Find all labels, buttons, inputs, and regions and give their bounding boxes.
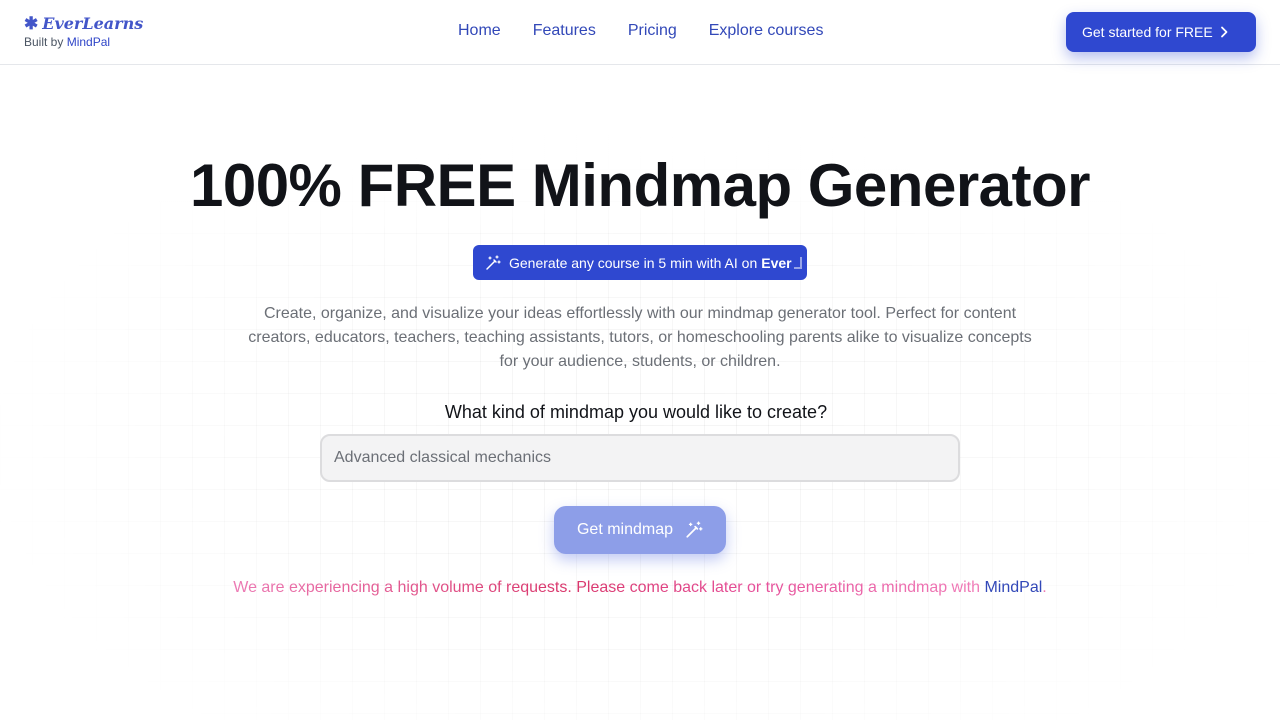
promo-banner[interactable]: Generate any course in 5 min with AI on … <box>473 245 807 280</box>
chevron-right-icon <box>1221 26 1228 38</box>
prompt-question: What kind of mindmap you would like to c… <box>444 402 828 422</box>
get-started-button[interactable]: Get started for FREE <box>1066 12 1256 52</box>
notice-period: . <box>1042 579 1047 596</box>
mindpal-link[interactable]: MindPal <box>984 579 1042 596</box>
magic-wand-icon <box>686 521 703 538</box>
brand[interactable]: ✱ EverLearns Built by MindPal <box>24 14 143 50</box>
get-mindmap-label: Get mindmap <box>576 521 674 538</box>
error-message: We are experiencing a high volume of req… <box>233 579 981 596</box>
topic-input[interactable] <box>320 434 960 482</box>
get-started-label: Get started for FREE <box>1082 24 1213 40</box>
magic-wand-icon <box>486 254 501 270</box>
star-logo-icon: ✱ <box>24 14 39 34</box>
typing-cursor <box>793 256 802 269</box>
get-mindmap-button[interactable]: Get mindmap <box>554 506 726 554</box>
nav-pricing[interactable]: Pricing <box>612 19 693 43</box>
promo-brand: Ever <box>761 254 792 271</box>
main-nav: Home Features Pricing Explore courses <box>442 19 839 43</box>
built-by-link[interactable]: MindPal <box>67 35 110 49</box>
nav-home[interactable]: Home <box>442 19 517 43</box>
nav-explore-courses[interactable]: Explore courses <box>693 19 840 43</box>
built-by-prefix: Built by <box>24 35 64 49</box>
description: Create, organize, and visualize your ide… <box>248 305 1032 370</box>
nav-features[interactable]: Features <box>517 19 612 43</box>
error-notice: We are experiencing a high volume of req… <box>0 578 1280 598</box>
top-navbar: ✱ EverLearns Built by MindPal Home Featu… <box>0 0 1280 65</box>
promo-text: Generate any course in 5 min with AI on <box>509 254 758 271</box>
page-title: 100% FREE Mindmap Generator <box>189 152 1091 219</box>
brand-logo[interactable]: ✱ EverLearns <box>24 14 143 34</box>
brand-name: EverLearns <box>42 14 144 33</box>
built-by: Built by MindPal <box>24 35 143 50</box>
